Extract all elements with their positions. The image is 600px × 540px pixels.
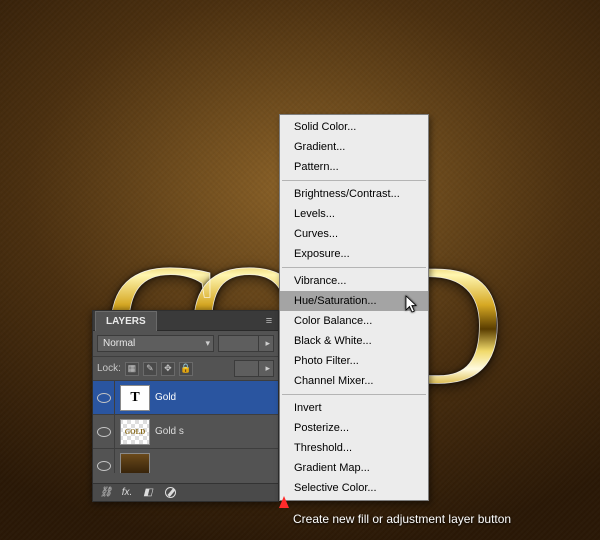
menu-item-curves[interactable]: Curves... bbox=[280, 224, 428, 244]
menu-separator bbox=[282, 394, 426, 395]
menu-item-pattern[interactable]: Pattern... bbox=[280, 157, 428, 177]
lock-row: Lock: ▦ ✎ ✥ 🔒 bbox=[93, 357, 278, 381]
layer-name: Gold bbox=[155, 392, 176, 403]
callout-arrow-icon bbox=[279, 496, 289, 508]
lock-all-icon[interactable]: 🔒 bbox=[179, 362, 193, 376]
menu-item-invert[interactable]: Invert bbox=[280, 398, 428, 418]
layer-row-gold-stroke[interactable]: GOLD Gold s bbox=[93, 415, 278, 449]
callout-label: Create new fill or adjustment layer butt… bbox=[293, 512, 511, 526]
blend-opacity-row: Normal bbox=[93, 331, 278, 357]
menu-item-gradient[interactable]: Gradient... bbox=[280, 137, 428, 157]
layers-panel: LAYERS Normal Lock: ▦ ✎ ✥ 🔒 T Gold GOLD … bbox=[92, 310, 279, 502]
menu-item-photo-filter[interactable]: Photo Filter... bbox=[280, 351, 428, 371]
menu-item-channel-mixer[interactable]: Channel Mixer... bbox=[280, 371, 428, 391]
menu-item-gradient-map[interactable]: Gradient Map... bbox=[280, 458, 428, 478]
menu-item-black-white[interactable]: Black & White... bbox=[280, 331, 428, 351]
link-layers-icon[interactable]: ⛓ bbox=[97, 486, 115, 500]
panel-footer: ⛓ fx. ◧ bbox=[93, 483, 278, 501]
panel-menu-icon[interactable] bbox=[260, 312, 278, 330]
visibility-icon[interactable] bbox=[93, 449, 115, 473]
menu-item-exposure[interactable]: Exposure... bbox=[280, 244, 428, 264]
adjustment-layer-menu: Solid Color...Gradient...Pattern... Brigh… bbox=[279, 114, 429, 501]
visibility-icon[interactable] bbox=[93, 381, 115, 414]
opacity-slider[interactable] bbox=[218, 335, 274, 352]
menu-item-threshold[interactable]: Threshold... bbox=[280, 438, 428, 458]
menu-item-posterize[interactable]: Posterize... bbox=[280, 418, 428, 438]
layer-row-background[interactable] bbox=[93, 449, 278, 473]
menu-item-selective-color[interactable]: Selective Color... bbox=[280, 478, 428, 498]
layers-tab[interactable]: LAYERS bbox=[95, 311, 157, 331]
layer-name: Gold s bbox=[155, 426, 184, 437]
menu-item-brightness-contrast[interactable]: Brightness/Contrast... bbox=[280, 184, 428, 204]
mask-icon[interactable]: ◧ bbox=[139, 486, 157, 500]
fx-icon[interactable]: fx. bbox=[118, 486, 136, 500]
menu-separator bbox=[282, 267, 426, 268]
lock-transparent-icon[interactable]: ▦ bbox=[125, 362, 139, 376]
visibility-icon[interactable] bbox=[93, 415, 115, 448]
fill-slider[interactable] bbox=[234, 360, 274, 377]
menu-item-solid-color[interactable]: Solid Color... bbox=[280, 117, 428, 137]
lock-label: Lock: bbox=[97, 363, 121, 374]
menu-separator bbox=[282, 180, 426, 181]
panel-tab-row: LAYERS bbox=[93, 311, 278, 331]
lock-image-icon[interactable]: ✎ bbox=[143, 362, 157, 376]
new-adjustment-layer-icon[interactable] bbox=[160, 486, 178, 500]
menu-item-levels[interactable]: Levels... bbox=[280, 204, 428, 224]
layer-list: T Gold GOLD Gold s bbox=[93, 381, 278, 473]
menu-item-hue-saturation[interactable]: Hue/Saturation... bbox=[280, 291, 428, 311]
menu-item-color-balance[interactable]: Color Balance... bbox=[280, 311, 428, 331]
layer-row-gold[interactable]: T Gold bbox=[93, 381, 278, 415]
layer-thumb-checker: GOLD bbox=[120, 419, 150, 445]
layer-thumb-text: T bbox=[120, 385, 150, 411]
lock-position-icon[interactable]: ✥ bbox=[161, 362, 175, 376]
layer-thumb-bg bbox=[120, 453, 150, 474]
menu-item-vibrance[interactable]: Vibrance... bbox=[280, 271, 428, 291]
blend-mode-select[interactable]: Normal bbox=[97, 335, 214, 352]
